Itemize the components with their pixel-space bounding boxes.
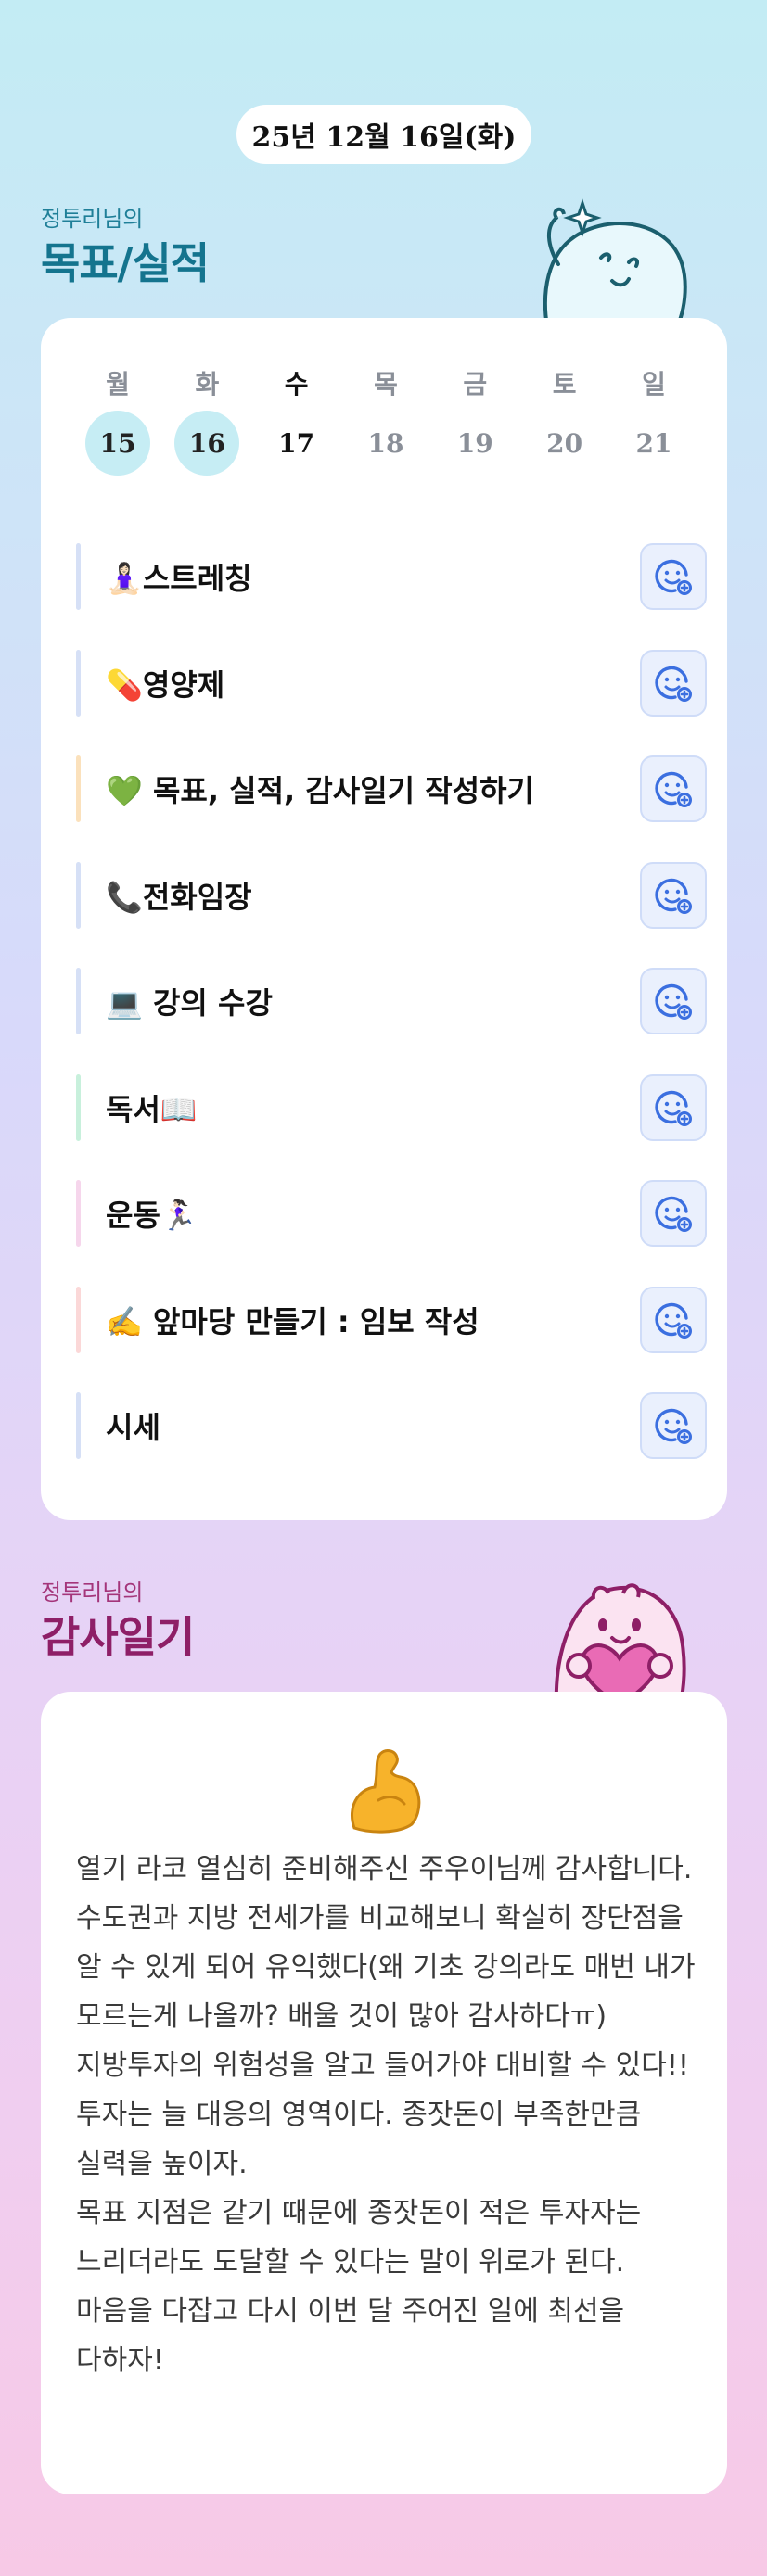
heart-mascot-icon	[554, 1583, 686, 1710]
goal-color-bar	[76, 1073, 81, 1141]
smiley-check-icon	[655, 983, 692, 1020]
goal-item[interactable]: ✍️ 앞마당 만들기 : 임보 작성	[76, 1267, 707, 1374]
goal-label: 운동🏃🏻‍♀️	[106, 1198, 198, 1234]
goal-react-button[interactable]	[640, 1392, 707, 1459]
goal-react-button[interactable]	[640, 1180, 707, 1247]
weekday-fri: 금	[463, 369, 488, 400]
goal-item[interactable]: 독서📖	[76, 1055, 707, 1161]
goal-color-bar	[76, 1286, 81, 1353]
goal-item[interactable]: 💊영양제	[76, 630, 707, 737]
smiley-check-icon	[655, 559, 692, 595]
goal-item[interactable]: 📞전화임장	[76, 843, 707, 949]
thanks-card: 열기 라코 열심히 준비해주신 주우이님께 감사합니다. 수도권과 지방 전세가…	[41, 1692, 727, 2494]
goal-react-button[interactable]	[640, 861, 707, 929]
goals-title: 목표/실적	[41, 238, 210, 288]
smiley-check-icon	[655, 666, 692, 702]
weekday-mon: 월	[106, 369, 130, 400]
day-numbers: 15 16 17 18 19 20 21	[85, 411, 686, 476]
smiley-check-icon	[655, 878, 692, 914]
weekday-wed: 수	[284, 369, 309, 400]
date-pill: 25년 12월 16일(화)	[236, 105, 531, 164]
goals-card: 월 화 수 목 금 토 일 15 16 17 18 19 20 21 🧘🏻‍♀️…	[41, 318, 727, 1520]
day-20[interactable]: 20	[532, 411, 597, 476]
thanks-subtitle: 정투리님의	[41, 1580, 144, 1605]
goal-item[interactable]: 🧘🏻‍♀️스트레칭	[76, 524, 707, 630]
smiley-check-icon	[655, 1408, 692, 1444]
goal-label: 💊영양제	[106, 666, 225, 703]
goal-item[interactable]: 운동🏃🏻‍♀️	[76, 1161, 707, 1267]
goal-color-bar	[76, 1180, 81, 1247]
goal-item[interactable]: 💻 강의 수강	[76, 948, 707, 1055]
weekday-sun: 일	[642, 369, 666, 400]
day-21[interactable]: 21	[621, 411, 686, 476]
goal-item[interactable]: 💚 목표, 실적, 감사일기 작성하기	[76, 736, 707, 843]
goal-color-bar	[76, 861, 81, 929]
goal-react-button[interactable]	[640, 543, 707, 610]
smiley-check-icon	[655, 1090, 692, 1126]
goal-react-button[interactable]	[640, 968, 707, 1034]
goal-label: 🧘🏻‍♀️스트레칭	[106, 561, 252, 597]
goal-label: 시세	[106, 1410, 160, 1446]
smiley-check-icon	[655, 1196, 692, 1232]
goal-color-bar	[76, 1392, 81, 1459]
day-16[interactable]: 16	[174, 411, 240, 476]
smiley-check-icon	[655, 1302, 692, 1339]
goal-label: 💚 목표, 실적, 감사일기 작성하기	[106, 773, 534, 809]
day-19[interactable]: 19	[442, 411, 507, 476]
weekday-sat: 토	[552, 369, 577, 400]
goal-color-bar	[76, 968, 81, 1034]
goal-label: 📞전화임장	[106, 879, 252, 915]
goal-color-bar	[76, 649, 81, 717]
day-18[interactable]: 18	[353, 411, 418, 476]
goal-color-bar	[76, 755, 81, 822]
day-17[interactable]: 17	[264, 411, 329, 476]
weekday-thu: 목	[374, 369, 398, 400]
goal-react-button[interactable]	[640, 1286, 707, 1353]
day-15[interactable]: 15	[85, 411, 150, 476]
thanks-title: 감사일기	[41, 1612, 195, 1662]
goal-item[interactable]: 시세	[76, 1373, 707, 1479]
weekday-labels: 월 화 수 목 금 토 일	[85, 364, 686, 401]
goal-react-button[interactable]	[640, 649, 707, 717]
goals-subtitle: 정투리님의	[41, 206, 144, 232]
goal-react-button[interactable]	[640, 755, 707, 822]
goal-color-bar	[76, 543, 81, 610]
goal-label: 💻 강의 수강	[106, 985, 273, 1022]
thanks-diary-text: 열기 라코 열심히 준비해주신 주우이님께 감사합니다. 수도권과 지방 전세가…	[76, 1853, 696, 2377]
goal-label: ✍️ 앞마당 만들기 : 임보 작성	[106, 1303, 479, 1339]
smiley-check-icon	[655, 771, 692, 807]
ghost-mascot-icon	[543, 198, 687, 329]
goal-list: 🧘🏻‍♀️스트레칭 💊영양제 💚 목표, 실적, 감사일기 작성하기 📞전화임장 💻 강…	[76, 524, 707, 1479]
goal-label: 독서📖	[106, 1091, 198, 1127]
date-text: 25년 12월 16일(화)	[251, 121, 517, 154]
flexed-bicep-icon	[350, 1749, 421, 1834]
weekday-tue: 화	[195, 369, 220, 400]
goal-react-button[interactable]	[640, 1073, 707, 1141]
